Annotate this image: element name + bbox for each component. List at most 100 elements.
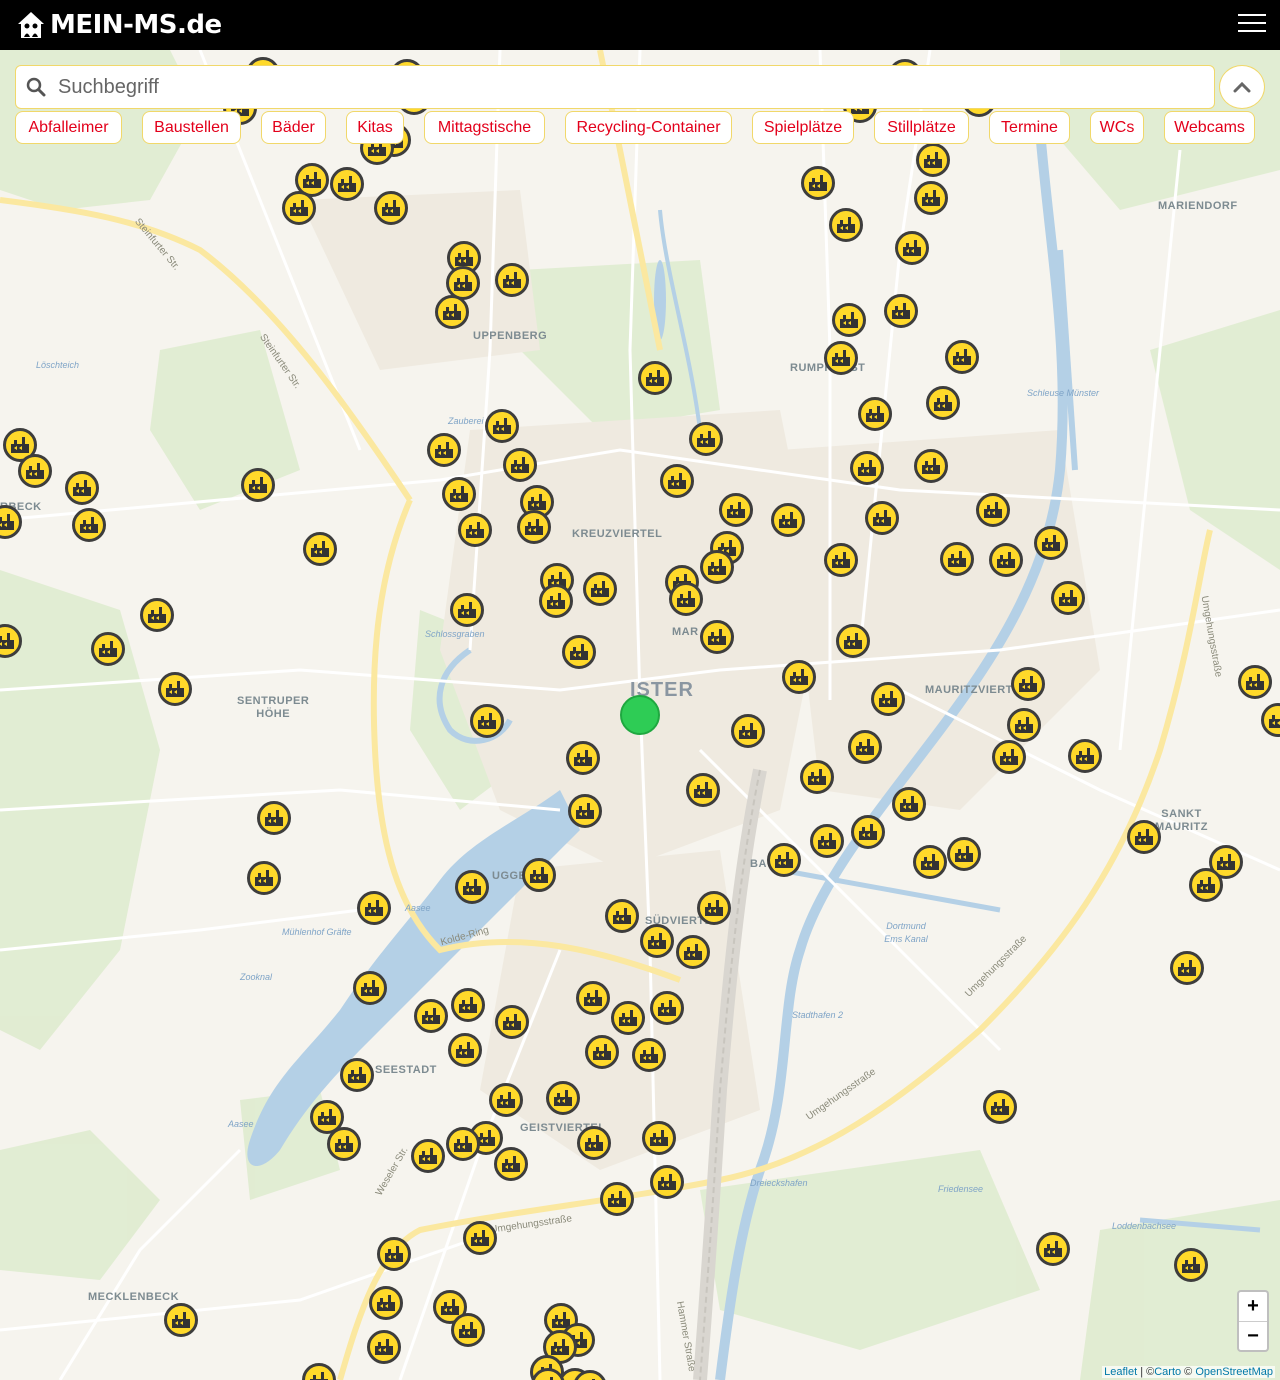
recycling-container-marker[interactable] [470,704,504,738]
recycling-container-marker[interactable] [832,303,866,337]
recycling-container-marker[interactable] [914,449,948,483]
recycling-container-marker[interactable] [884,294,918,328]
recycling-container-marker[interactable] [600,1182,634,1216]
recycling-container-marker[interactable] [522,858,556,892]
recycling-container-marker[interactable] [448,1033,482,1067]
recycling-container-marker[interactable] [871,682,905,716]
recycling-container-marker[interactable] [632,1038,666,1072]
recycling-container-marker[interactable] [503,448,537,482]
recycling-container-marker[interactable] [327,1127,361,1161]
recycling-container-marker[interactable] [851,815,885,849]
recycling-container-marker[interactable] [427,433,461,467]
leaflet-link[interactable]: Leaflet [1104,1366,1137,1378]
recycling-container-marker[interactable] [669,582,703,616]
map[interactable]: MARIENDORF UPPENBERG RUMPHORST KREUZVIER… [0,50,1280,1380]
recycling-container-marker[interactable] [485,409,519,443]
recycling-container-marker[interactable] [913,845,947,879]
chip-termine[interactable]: Termine [989,111,1070,144]
recycling-container-marker[interactable] [989,543,1023,577]
recycling-container-marker[interactable] [435,295,469,329]
recycling-container-marker[interactable] [660,464,694,498]
recycling-container-marker[interactable] [700,550,734,584]
recycling-container-marker[interactable] [976,493,1010,527]
recycling-container-marker[interactable] [700,620,734,654]
recycling-container-marker[interactable] [369,1286,403,1320]
recycling-container-marker[interactable] [914,181,948,215]
recycling-container-marker[interactable] [458,513,492,547]
recycling-container-marker[interactable] [848,730,882,764]
recycling-container-marker[interactable] [731,714,765,748]
zoom-out-button[interactable]: − [1239,1322,1267,1351]
recycling-container-marker[interactable] [992,740,1026,774]
chip-recycling-container[interactable]: Recycling-Container [565,111,732,144]
recycling-container-marker[interactable] [576,981,610,1015]
recycling-container-marker[interactable] [858,397,892,431]
recycling-container-marker[interactable] [411,1139,445,1173]
chip-wcs[interactable]: WCs [1090,111,1144,144]
recycling-container-marker[interactable] [1068,739,1102,773]
osm-link[interactable]: OpenStreetMap [1195,1366,1273,1378]
recycling-container-marker[interactable] [767,843,801,877]
recycling-container-marker[interactable] [451,1313,485,1347]
recycling-container-marker[interactable] [585,1035,619,1069]
recycling-container-marker[interactable] [1127,820,1161,854]
recycling-container-marker[interactable] [800,760,834,794]
recycling-container-marker[interactable] [892,787,926,821]
recycling-container-marker[interactable] [494,1147,528,1181]
recycling-container-marker[interactable] [947,837,981,871]
recycling-container-marker[interactable] [562,635,596,669]
recycling-container-marker[interactable] [824,543,858,577]
chip-stillplaetze[interactable]: Stillplätze [874,111,969,144]
recycling-container-marker[interactable] [340,1058,374,1092]
chip-baustellen[interactable]: Baustellen [142,111,241,144]
recycling-container-marker[interactable] [689,422,723,456]
recycling-container-marker[interactable] [241,468,275,502]
recycling-container-marker[interactable] [414,999,448,1033]
recycling-container-marker[interactable] [353,971,387,1005]
recycling-container-marker[interactable] [686,773,720,807]
recycling-container-marker[interactable] [247,861,281,895]
recycling-container-marker[interactable] [377,1237,411,1271]
recycling-container-marker[interactable] [451,988,485,1022]
chip-webcams[interactable]: Webcams [1164,111,1255,144]
recycling-container-marker[interactable] [65,471,99,505]
recycling-container-marker[interactable] [18,454,52,488]
recycling-container-marker[interactable] [1007,708,1041,742]
recycling-container-marker[interactable] [640,924,674,958]
current-location-marker[interactable] [620,695,660,735]
recycling-container-marker[interactable] [583,572,617,606]
menu-button[interactable] [1238,10,1266,36]
recycling-container-marker[interactable] [1011,667,1045,701]
recycling-container-marker[interactable] [367,1330,401,1364]
recycling-container-marker[interactable] [282,191,316,225]
recycling-container-marker[interactable] [374,191,408,225]
recycling-container-marker[interactable] [1238,665,1272,699]
chip-kitas[interactable]: Kitas [346,111,404,144]
recycling-container-marker[interactable] [330,167,364,201]
recycling-container-marker[interactable] [463,1221,497,1255]
recycling-container-marker[interactable] [546,1081,580,1115]
recycling-container-marker[interactable] [605,899,639,933]
recycling-container-marker[interactable] [782,660,816,694]
recycling-container-marker[interactable] [1174,1248,1208,1282]
recycling-container-marker[interactable] [442,477,476,511]
recycling-container-marker[interactable] [771,503,805,537]
recycling-container-marker[interactable] [638,361,672,395]
recycling-container-marker[interactable] [164,1303,198,1337]
recycling-container-marker[interactable] [455,870,489,904]
recycling-container-marker[interactable] [446,1127,480,1161]
recycling-container-marker[interactable] [810,824,844,858]
chip-abfalleimer[interactable]: Abfalleimer [15,111,122,144]
recycling-container-marker[interactable] [829,208,863,242]
recycling-container-marker[interactable] [926,386,960,420]
recycling-container-marker[interactable] [865,501,899,535]
recycling-container-marker[interactable] [697,891,731,925]
recycling-container-marker[interactable] [257,801,291,835]
recycling-container-marker[interactable] [850,451,884,485]
recycling-container-marker[interactable] [983,1090,1017,1124]
recycling-container-marker[interactable] [719,493,753,527]
recycling-container-marker[interactable] [940,542,974,576]
recycling-container-marker[interactable] [916,143,950,177]
recycling-container-marker[interactable] [357,891,391,925]
recycling-container-marker[interactable] [568,794,602,828]
